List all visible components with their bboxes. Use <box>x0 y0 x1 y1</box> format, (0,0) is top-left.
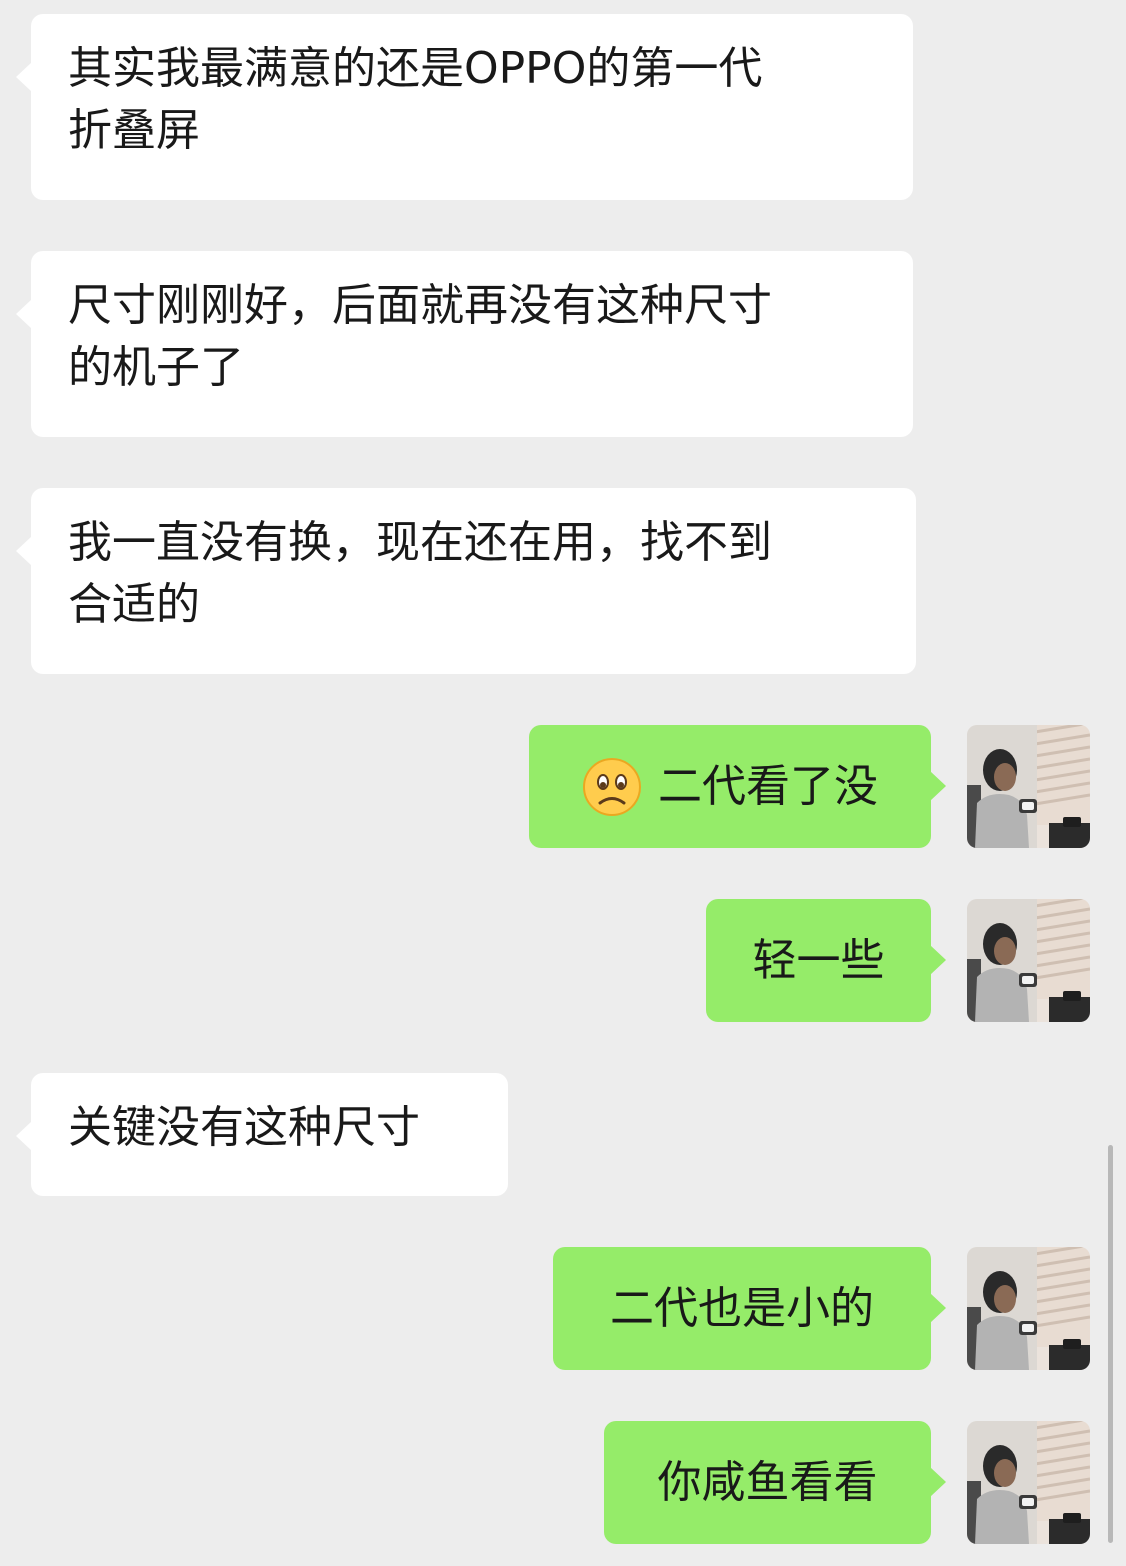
avatar[interactable] <box>967 725 1090 848</box>
avatar-photo-icon <box>967 725 1090 848</box>
avatar-photo-icon <box>967 899 1090 1022</box>
message-text-line: 的机子了 <box>68 342 244 393</box>
avatar-photo-icon <box>967 1247 1090 1370</box>
message-text-line: 折叠屏 <box>68 105 200 156</box>
message-bubble-outgoing[interactable]: 你咸鱼看看 <box>604 1421 946 1544</box>
message-text-line: 其实我最满意的还是OPPO的第一代 <box>68 43 763 94</box>
avatar[interactable] <box>967 1247 1090 1370</box>
message-text: 二代也是小的 <box>610 1282 874 1334</box>
message-text-line: 合适的 <box>68 579 200 630</box>
message-text: 你咸鱼看看 <box>657 1456 878 1508</box>
scrollbar[interactable] <box>1108 1145 1113 1543</box>
message-text-line: 我一直没有换，现在还在用，找不到 <box>68 517 772 568</box>
message-text-line: 尺寸刚刚好，后面就再没有这种尺寸 <box>68 280 772 331</box>
message-bubble-outgoing[interactable]: 二代看了没 <box>529 725 946 848</box>
avatar[interactable] <box>967 1421 1090 1544</box>
message-bubble-incoming[interactable]: 其实我最满意的还是OPPO的第一代 折叠屏 <box>16 14 913 200</box>
avatar-photo-icon <box>967 1421 1090 1544</box>
message-text: 轻一些 <box>752 934 885 986</box>
message-text: 二代看了没 <box>658 760 878 812</box>
frowning-face-emoji-icon <box>582 757 642 816</box>
message-bubble-outgoing[interactable]: 二代也是小的 <box>553 1247 946 1370</box>
message-bubble-incoming[interactable]: 关键没有这种尺寸 <box>16 1073 508 1196</box>
message-bubble-incoming[interactable]: 我一直没有换，现在还在用，找不到 合适的 <box>16 488 916 674</box>
message-text-line: 关键没有这种尺寸 <box>68 1102 420 1153</box>
message-bubble-outgoing[interactable]: 轻一些 <box>706 899 946 1022</box>
avatar[interactable] <box>967 899 1090 1022</box>
message-bubble-incoming[interactable]: 尺寸刚刚好，后面就再没有这种尺寸 的机子了 <box>16 251 913 437</box>
